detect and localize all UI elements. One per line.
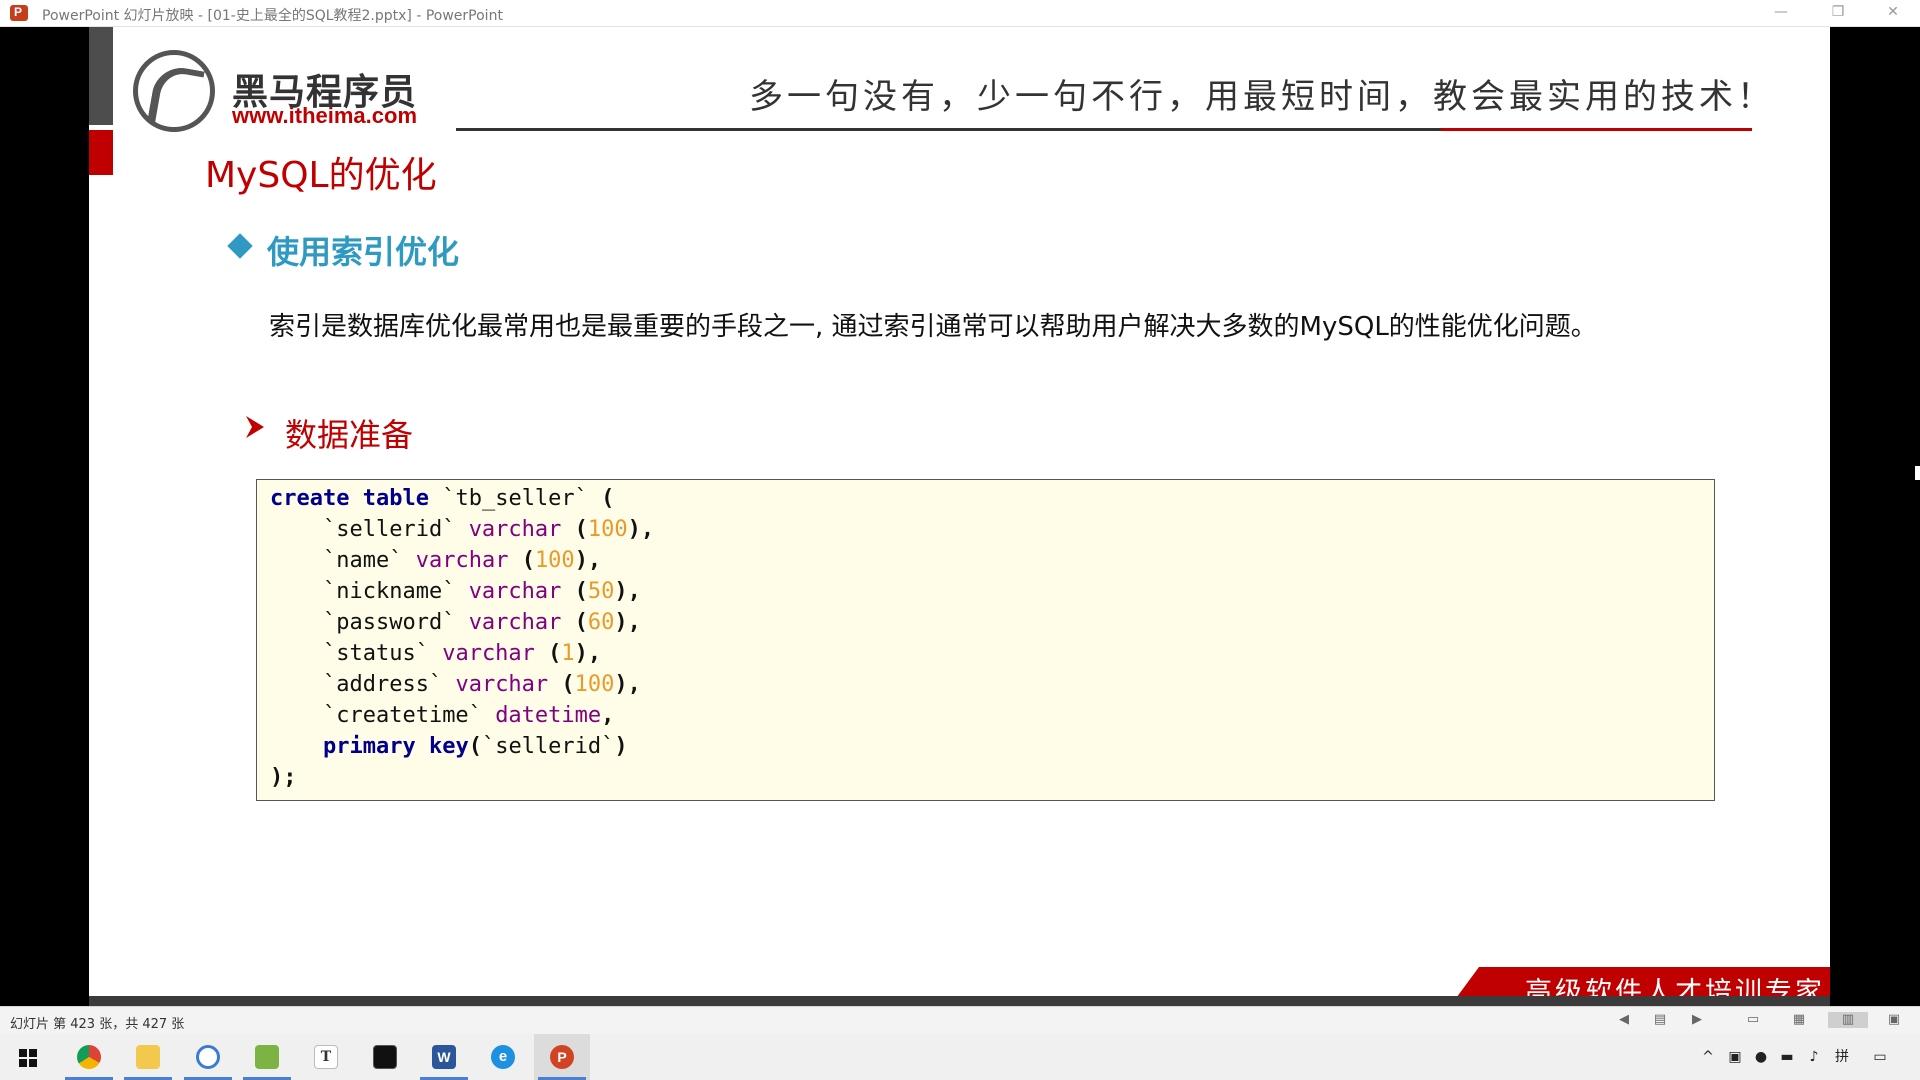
slogan: 多一句没有，少一句不行，用最短时间，教会最实用的技术！ [749, 77, 1775, 117]
status-bar: 幻灯片 第 423 张，共 427 张 ◀ ▤ ▶ ▭ ▦ ▥ ▣ [0, 1006, 1920, 1034]
next-slide-icon[interactable]: ▶ [1689, 1012, 1705, 1028]
word-icon: W [432, 1045, 456, 1069]
taskbar-image-editor[interactable] [239, 1034, 295, 1080]
powerpoint-icon: P [550, 1045, 574, 1069]
code-keyword: primary [322, 734, 416, 759]
windows-start-icon [19, 1049, 37, 1067]
slide-edge-marker [1915, 466, 1920, 480]
code-column-size: 1 [561, 641, 575, 666]
section-heading: 使用索引优化 [267, 233, 460, 271]
sub-heading: 数据准备 [285, 416, 414, 454]
code-column-type: datetime [495, 703, 602, 728]
input-method-icon[interactable]: 拼 [1833, 1048, 1851, 1066]
taskbar-powerpoint[interactable]: P [534, 1034, 590, 1080]
notifications-icon[interactable]: ▭ [1871, 1048, 1889, 1066]
taskbar-word[interactable]: W [416, 1034, 472, 1080]
code-pk-column: `sellerid` [481, 734, 615, 759]
code-column-name: `nickname` [322, 579, 456, 604]
start-button[interactable] [0, 1034, 56, 1080]
code-line: primary key(`sellerid`) [322, 734, 628, 759]
taskbar-browser[interactable] [180, 1034, 236, 1080]
code-column-name: `sellerid` [322, 517, 456, 542]
code-closing: ); [270, 765, 297, 790]
code-column-name: `password` [322, 610, 456, 635]
taskbar-typora[interactable]: T [298, 1034, 354, 1080]
slide-canvas[interactable]: 黑马程序员 www.itheima.com 多一句没有，少一句不行，用最短时间，… [89, 27, 1830, 1006]
code-line: `address` varchar (100), [322, 672, 641, 697]
previous-slide-icon[interactable]: ◀ [1616, 1012, 1632, 1028]
decorative-stripe-red [89, 130, 113, 175]
code-column-type: varchar [468, 517, 562, 542]
code-column-type: varchar [468, 610, 562, 635]
slideshow-icon[interactable]: ▣ [1886, 1012, 1902, 1028]
battery-icon[interactable]: ▬ [1778, 1048, 1796, 1066]
edge-icon: e [491, 1045, 515, 1069]
reading-view-icon[interactable]: ▥ [1828, 1012, 1868, 1028]
arrow-bullet-icon [246, 416, 264, 438]
code-column-size: 100 [587, 517, 628, 542]
volume-icon[interactable]: ♪ [1805, 1048, 1823, 1066]
typora-icon: T [314, 1045, 338, 1069]
taskbar-chrome[interactable] [61, 1034, 117, 1080]
code-column-size: 60 [587, 610, 615, 635]
slide-menu-icon[interactable]: ▤ [1652, 1012, 1668, 1028]
powerpoint-app-icon [10, 5, 28, 21]
code-column-type: varchar [468, 579, 562, 604]
code-line: `sellerid` varchar (100), [322, 517, 655, 542]
minimize-button[interactable]: — [1758, 0, 1804, 26]
code-column-size: 50 [587, 579, 615, 604]
normal-view-icon[interactable]: ▭ [1745, 1012, 1761, 1028]
code-column-name: `address` [322, 672, 443, 697]
code-line: `nickname` varchar (50), [322, 579, 641, 604]
decorative-stripe [89, 27, 113, 125]
code-column-type: varchar [455, 672, 549, 697]
tray-chevron-icon[interactable]: ^ [1699, 1048, 1717, 1066]
code-line: `createtime` datetime, [322, 703, 615, 728]
header-divider-accent [1441, 128, 1752, 131]
tray-app-icon[interactable]: ▣ [1726, 1048, 1744, 1066]
window-title: PowerPoint 幻灯片放映 - [01-史上最全的SQL教程2.pptx]… [42, 8, 503, 24]
code-keyword: create [270, 486, 350, 511]
windows-taskbar: T W e P ^ ▣ ● ▬ ♪ 拼 ▭ [0, 1034, 1920, 1080]
horse-logo-icon [133, 50, 215, 132]
taskbar-file-explorer[interactable] [120, 1034, 176, 1080]
code-column-name: `createtime` [322, 703, 482, 728]
code-keyword: table [362, 486, 429, 511]
taskbar-edge[interactable]: e [475, 1034, 531, 1080]
slide-bottom-bar [89, 996, 1830, 1006]
code-column-name: `name` [322, 548, 403, 573]
code-line: `name` varchar (100), [322, 548, 602, 573]
code-column-type: varchar [415, 548, 509, 573]
code-keyword: key [428, 734, 469, 759]
sql-code-block: create table `tb_seller` ( `sellerid` va… [256, 479, 1715, 801]
chrome-icon [77, 1045, 101, 1069]
slide-title: MySQL的优化 [205, 155, 437, 196]
microphone-icon[interactable]: ● [1752, 1048, 1770, 1066]
code-line: `status` varchar (1), [322, 641, 602, 666]
window-title-bar: PowerPoint 幻灯片放映 - [01-史上最全的SQL教程2.pptx]… [0, 0, 1920, 27]
code-column-size: 100 [574, 672, 615, 697]
code-column-type: varchar [442, 641, 535, 666]
logo-url: www.itheima.com [232, 103, 418, 128]
image-editor-icon [255, 1045, 279, 1069]
browser-icon [196, 1045, 220, 1069]
slide-sorter-icon[interactable]: ▦ [1791, 1012, 1807, 1028]
taskbar-terminal[interactable] [357, 1034, 413, 1080]
diamond-bullet-icon [227, 233, 253, 259]
code-column-size: 100 [534, 548, 575, 573]
code-column-name: `status` [322, 641, 429, 666]
code-line: create table `tb_seller` ( [270, 486, 615, 511]
terminal-icon [373, 1045, 397, 1069]
code-table-name: `tb_seller` [442, 486, 588, 511]
code-line: ); [270, 765, 297, 790]
restore-button[interactable]: ❐ [1815, 0, 1861, 26]
code-line: `password` varchar (60), [322, 610, 641, 635]
file-explorer-icon [136, 1045, 160, 1069]
close-button[interactable]: ✕ [1870, 0, 1916, 26]
slide-counter: 幻灯片 第 423 张，共 427 张 [10, 1017, 185, 1032]
body-paragraph: 索引是数据库优化最常用也是最重要的手段之一, 通过索引通常可以帮助用户解决大多数… [269, 312, 1597, 342]
